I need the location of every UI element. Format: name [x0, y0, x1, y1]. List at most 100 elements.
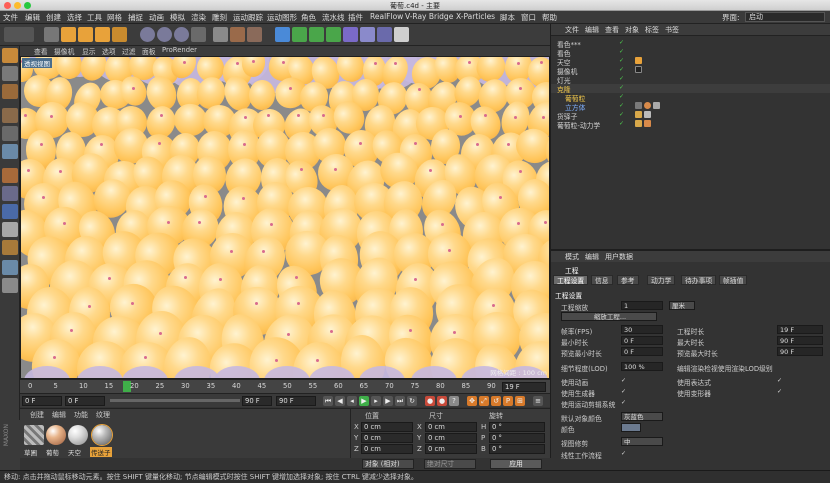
menu-xparticles[interactable]: X-Particles	[456, 12, 495, 21]
menu-edit[interactable]: 编辑	[25, 12, 40, 23]
menu-sculpt[interactable]: 雕刻	[212, 12, 227, 23]
render-view-icon[interactable]	[213, 27, 228, 42]
object-row[interactable]: 摄像机 ✓	[551, 66, 830, 76]
menu-motion-tracker[interactable]: 运动跟踪	[233, 12, 263, 23]
viewport-menu-options[interactable]: 选项	[102, 46, 116, 56]
visibility-check-icon[interactable]: ✓	[619, 94, 625, 100]
layout-select[interactable]: 启动	[745, 12, 825, 22]
tab-reference[interactable]: 参考	[617, 275, 639, 285]
use-animation-checkbox[interactable]: ✓	[621, 378, 627, 384]
tab-project-settings[interactable]: 工程设置	[553, 275, 589, 285]
viewport-menu-prorender[interactable]: ProRender	[162, 46, 197, 54]
render-settings-icon[interactable]	[247, 27, 262, 42]
scale-icon[interactable]	[78, 27, 93, 42]
rotation-p-field[interactable]: 0 °	[489, 433, 545, 443]
menu-plugins[interactable]: 插件	[348, 12, 363, 23]
linear-workflow-checkbox[interactable]: ✓	[621, 451, 627, 457]
record-icon[interactable]: ●	[425, 396, 435, 406]
go-to-end-icon[interactable]: ⏭	[395, 396, 405, 406]
rotate-icon[interactable]	[95, 27, 110, 42]
next-frame-icon[interactable]: ▸	[371, 396, 381, 406]
z-axis-icon[interactable]	[174, 27, 189, 42]
visibility-check-icon[interactable]: ✓	[619, 58, 625, 64]
max-time-field[interactable]: 90 F	[777, 336, 823, 345]
attr-menu-user-data[interactable]: 用户数据	[605, 252, 633, 262]
undo-redo-icon[interactable]	[4, 27, 34, 42]
attr-menu-edit[interactable]: 编辑	[585, 252, 599, 262]
project-time-field[interactable]: 19 F	[777, 325, 823, 334]
tab-dynamics[interactable]: 动力学	[647, 275, 676, 285]
viewport-menu-display[interactable]: 显示	[82, 46, 96, 56]
menu-animate[interactable]: 动画	[149, 12, 164, 23]
material-thumb-1[interactable]	[46, 425, 66, 445]
live-select-icon[interactable]	[44, 27, 59, 42]
play-icon[interactable]: ▶	[359, 396, 369, 406]
use-expressions-checkbox[interactable]: ✓	[777, 378, 783, 384]
menu-select[interactable]: 选择	[67, 12, 82, 23]
position-z-field[interactable]: 0 cm	[361, 444, 413, 454]
object-menu-object[interactable]: 对象	[625, 25, 639, 35]
viewport-menu-view[interactable]: 查看	[34, 46, 48, 56]
protection-tag-icon[interactable]	[635, 66, 642, 73]
loop-icon[interactable]: ↻	[407, 396, 417, 406]
object-row[interactable]: 克隆 ✓	[551, 84, 830, 94]
apply-button[interactable]: 应用	[490, 459, 542, 469]
tag-icon[interactable]	[635, 102, 642, 109]
scale-project-button[interactable]: 缩放工程...	[561, 312, 657, 321]
pen-icon[interactable]	[292, 27, 307, 42]
workplane-icon[interactable]	[2, 84, 18, 99]
param-key-icon[interactable]: P	[503, 396, 513, 406]
menu-tools[interactable]: 工具	[87, 12, 102, 23]
material-tag-icon[interactable]	[635, 57, 642, 64]
polygons-mode-icon[interactable]	[2, 144, 18, 159]
menu-create[interactable]: 创建	[46, 12, 61, 23]
material-menu-function[interactable]: 功能	[74, 410, 88, 420]
material-thumb-0[interactable]	[24, 425, 44, 445]
fps-field[interactable]: 30	[621, 325, 663, 334]
model-mode-icon[interactable]	[2, 48, 18, 63]
size-y-field[interactable]: 0 cm	[425, 433, 477, 443]
rotation-b-field[interactable]: 0 °	[489, 444, 545, 454]
points-mode-icon[interactable]	[2, 108, 18, 123]
subdivision-icon[interactable]	[309, 27, 324, 42]
project-scale-unit[interactable]: 厘米	[669, 301, 695, 310]
deformer-icon[interactable]	[343, 27, 358, 42]
size-z-field[interactable]: 0 cm	[425, 444, 477, 454]
tab-info[interactable]: 信息	[591, 275, 613, 285]
current-frame-field[interactable]: 19 F	[502, 382, 546, 392]
timeline-menu-icon[interactable]: ≡	[533, 396, 543, 406]
viewport-menu-filter[interactable]: 过滤	[122, 46, 136, 56]
floor-icon[interactable]	[360, 27, 375, 42]
attr-menu-mode[interactable]: 模式	[565, 252, 579, 262]
visibility-check-icon[interactable]: ✓	[619, 49, 625, 55]
menu-script[interactable]: 脚本	[500, 12, 515, 23]
menu-realflow[interactable]: RealFlow	[370, 12, 403, 21]
scale-key-icon[interactable]: ⤢	[479, 396, 489, 406]
use-generators-checkbox[interactable]: ✓	[621, 389, 627, 395]
min-frame-field[interactable]: 0 F	[65, 396, 105, 406]
rotation-h-field[interactable]: 0 °	[489, 422, 545, 432]
menu-mograph[interactable]: 运动图形	[267, 12, 297, 23]
menu-window[interactable]: 窗口	[521, 12, 536, 23]
layers-icon[interactable]	[2, 278, 18, 293]
menu-snap[interactable]: 捕捉	[128, 12, 143, 23]
object-row[interactable]: 货驿子 ✓	[551, 111, 830, 121]
timeline-ruler[interactable]: 19 051015202530354045505560657075808590 …	[20, 379, 550, 393]
keyframe-selection-icon[interactable]: ?	[449, 396, 459, 406]
start-frame-field[interactable]: 0 F	[22, 396, 62, 406]
default-color-select[interactable]: 灰蓝色	[621, 412, 663, 421]
material-thumb-3[interactable]	[91, 424, 113, 446]
array-icon[interactable]	[326, 27, 341, 42]
menu-simulate[interactable]: 模拟	[170, 12, 185, 23]
camera-icon[interactable]	[377, 27, 392, 42]
light-icon[interactable]	[394, 27, 409, 42]
menu-help[interactable]: 帮助	[542, 12, 557, 23]
visibility-check-icon[interactable]: ✓	[619, 121, 625, 127]
project-scale-field[interactable]: 1	[621, 301, 663, 310]
render-picture-viewer-icon[interactable]	[230, 27, 245, 42]
grid-icon[interactable]	[2, 260, 18, 275]
object-row[interactable]: 立方体 ✓	[551, 102, 830, 112]
object-menu-bookmarks[interactable]: 书签	[665, 25, 679, 35]
y-axis-icon[interactable]	[157, 27, 172, 42]
size-x-field[interactable]: 0 cm	[425, 422, 477, 432]
